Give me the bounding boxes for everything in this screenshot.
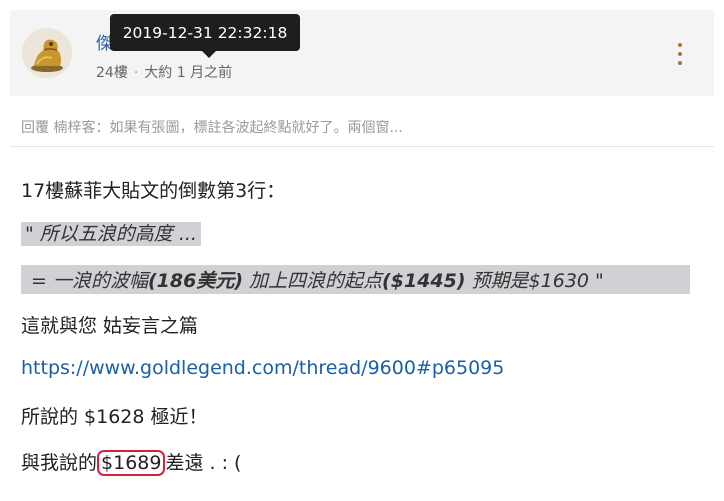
datetime-tooltip: 2019-12-31 22:32:18	[110, 14, 300, 58]
quote-part: 加上四浪的起点	[243, 270, 383, 292]
body-text: 差遠 . : (	[165, 452, 242, 474]
body-line: 17樓蘇菲大貼文的倒數第3行：	[21, 180, 286, 202]
meta-separator: ·	[133, 65, 139, 81]
post-meta: 24樓 · 大約 1 月之前	[96, 62, 232, 82]
quote-part: = 一浪的波幅	[31, 270, 148, 292]
avatar-gold-statue-icon	[22, 28, 72, 78]
thread-link[interactable]: https://www.goldlegend.com/thread/9600#p…	[21, 357, 504, 379]
kebab-dot	[678, 61, 682, 65]
relative-time[interactable]: 大約 1 月之前	[144, 65, 232, 81]
kebab-dot	[678, 43, 682, 47]
body-line: 所說的 $1628 極近！	[21, 406, 208, 428]
kebab-dot	[678, 52, 682, 56]
kebab-menu-icon[interactable]	[676, 43, 684, 65]
body-line: 與我說的 $1689 差遠 . : (	[21, 448, 242, 476]
quote-part: 预期是$1630 "	[465, 270, 604, 292]
body-line: 這就與您 姑妄言之篇	[21, 315, 199, 337]
divider	[10, 146, 714, 147]
quote-line: = 一浪的波幅(186美元) 加上四浪的起点($1445) 预期是$1630 "	[21, 265, 690, 294]
reply-preview[interactable]: 回覆 楠梓客：如果有張圖，標註各波起終點就好了。兩個窗...	[21, 117, 403, 137]
avatar[interactable]	[22, 28, 72, 78]
quote-highlight: " 所以五浪的高度 ...	[21, 222, 201, 246]
quote-highlight: = 一浪的波幅(186美元) 加上四浪的起点($1445) 预期是$1630 "	[21, 265, 690, 294]
quote-bold: (186美元)	[147, 270, 243, 292]
thread-link-line: https://www.goldlegend.com/thread/9600#p…	[21, 357, 504, 379]
floor-number[interactable]: 24樓	[96, 65, 128, 81]
quote-bold: ($1445)	[382, 270, 466, 292]
circled-value: $1689	[97, 450, 166, 476]
quote-line: " 所以五浪的高度 ...	[21, 219, 201, 246]
body-text: 與我說的	[21, 452, 98, 474]
